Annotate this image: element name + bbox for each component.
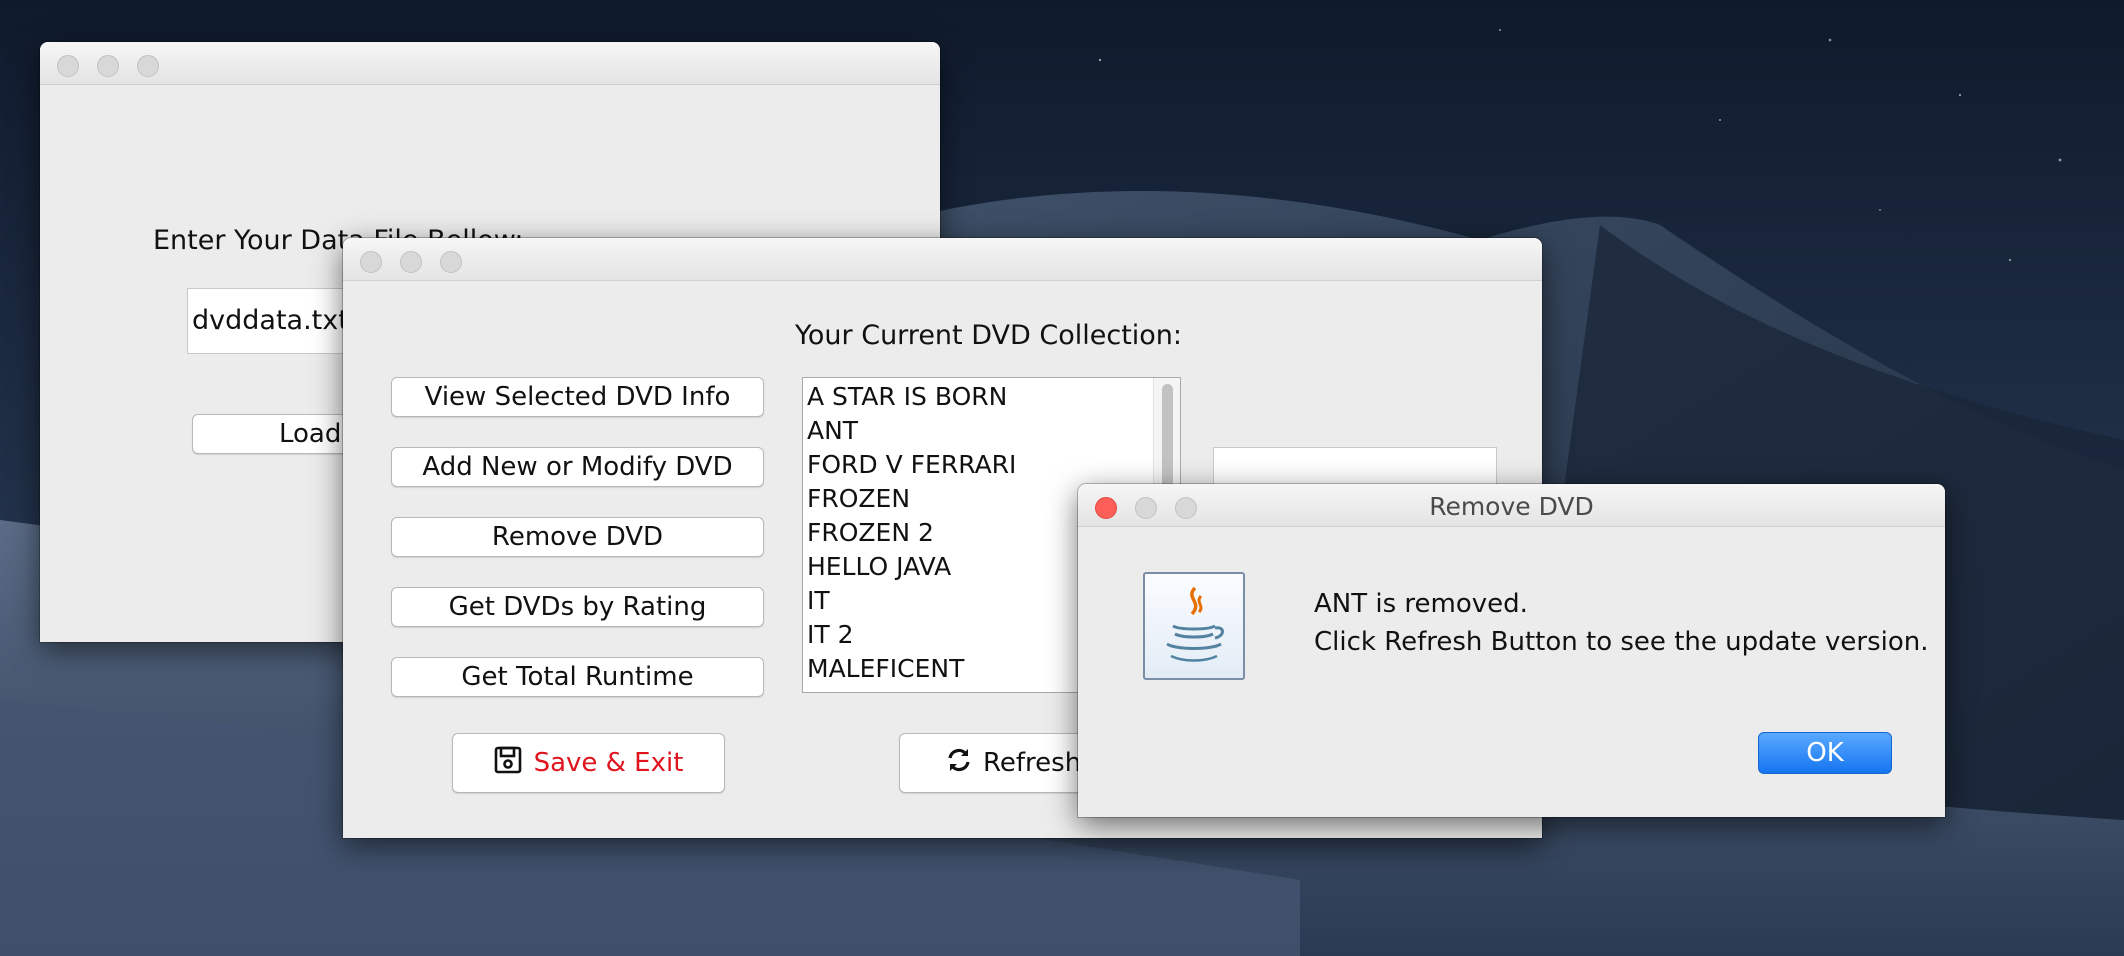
java-icon	[1143, 572, 1245, 680]
save-exit-label: Save & Exit	[533, 748, 684, 778]
close-window-button[interactable]	[57, 55, 79, 77]
list-item[interactable]: IT 2	[807, 620, 854, 649]
list-item[interactable]: A STAR IS BORN	[807, 382, 1007, 411]
remove-dvd-dialog: Remove DVD ANT is removed. Click Refresh…	[1078, 484, 1945, 817]
remove-dvd-button[interactable]: Remove DVD	[391, 517, 764, 557]
refresh-label: Refresh	[983, 748, 1082, 778]
dialog-message-line1: ANT is removed.	[1314, 589, 1528, 619]
view-dvd-info-button[interactable]: View Selected DVD Info	[391, 377, 764, 417]
dialog-message-line2: Click Refresh Button to see the update v…	[1314, 627, 1929, 657]
list-item[interactable]: MALEFICENT	[807, 654, 964, 683]
minimize-window-button[interactable]	[400, 251, 422, 273]
collection-heading: Your Current DVD Collection:	[795, 320, 1183, 351]
list-item[interactable]: FROZEN 2	[807, 518, 934, 547]
title-bar	[40, 42, 940, 85]
save-exit-button[interactable]: Save & Exit	[452, 733, 725, 793]
scrollbar-thumb[interactable]	[1162, 384, 1173, 494]
ok-button[interactable]: OK	[1758, 732, 1892, 774]
title-bar	[343, 238, 1542, 281]
refresh-icon	[945, 746, 973, 781]
dvds-by-rating-button[interactable]: Get DVDs by Rating	[391, 587, 764, 627]
list-item[interactable]: IT	[807, 586, 830, 615]
close-window-button[interactable]	[360, 251, 382, 273]
list-item[interactable]: FROZEN	[807, 484, 910, 513]
add-modify-dvd-button[interactable]: Add New or Modify DVD	[391, 447, 764, 487]
title-bar: Remove DVD	[1078, 484, 1945, 527]
zoom-window-button[interactable]	[440, 251, 462, 273]
list-item[interactable]: FORD V FERRARI	[807, 450, 1016, 479]
zoom-window-button[interactable]	[137, 55, 159, 77]
minimize-window-button[interactable]	[97, 55, 119, 77]
dialog-title: Remove DVD	[1429, 492, 1594, 521]
total-runtime-button[interactable]: Get Total Runtime	[391, 657, 764, 697]
list-item[interactable]: ANT	[807, 416, 858, 445]
save-icon	[494, 746, 522, 781]
ok-label: OK	[1806, 738, 1844, 768]
file-name-value: dvddata.txt	[192, 305, 349, 336]
list-item[interactable]: HELLO JAVA	[807, 552, 951, 581]
